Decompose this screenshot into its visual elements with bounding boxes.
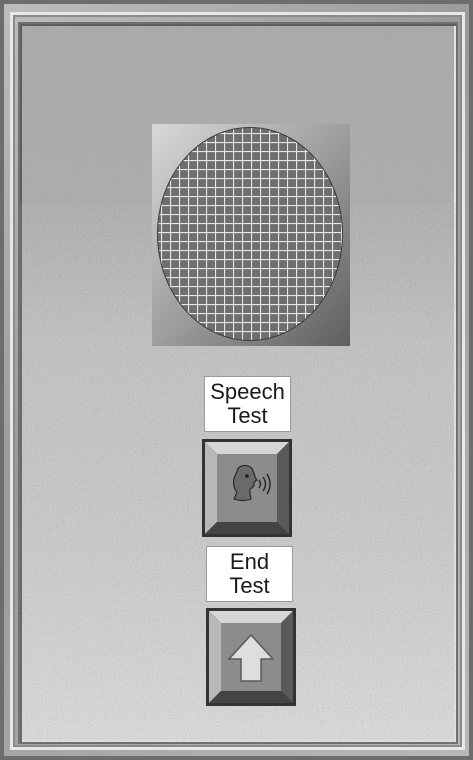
speech-test-label-line1: Speech (210, 379, 285, 404)
speech-test-button[interactable] (202, 439, 292, 537)
speech-test-panel: Speech Test End Test (18, 22, 458, 744)
up-arrow-icon (227, 633, 275, 682)
end-test-button[interactable] (206, 608, 296, 706)
speech-test-label-line2: Test (227, 403, 268, 428)
end-test-label-line2: Test (229, 573, 270, 598)
end-test-label: End Test (206, 546, 293, 602)
speaker-grille-icon (152, 124, 350, 346)
window-frame: Speech Test End Test (0, 0, 473, 760)
speaking-head-icon (233, 464, 271, 502)
speech-test-label: Speech Test (204, 376, 291, 432)
end-test-label-line1: End (229, 549, 270, 574)
